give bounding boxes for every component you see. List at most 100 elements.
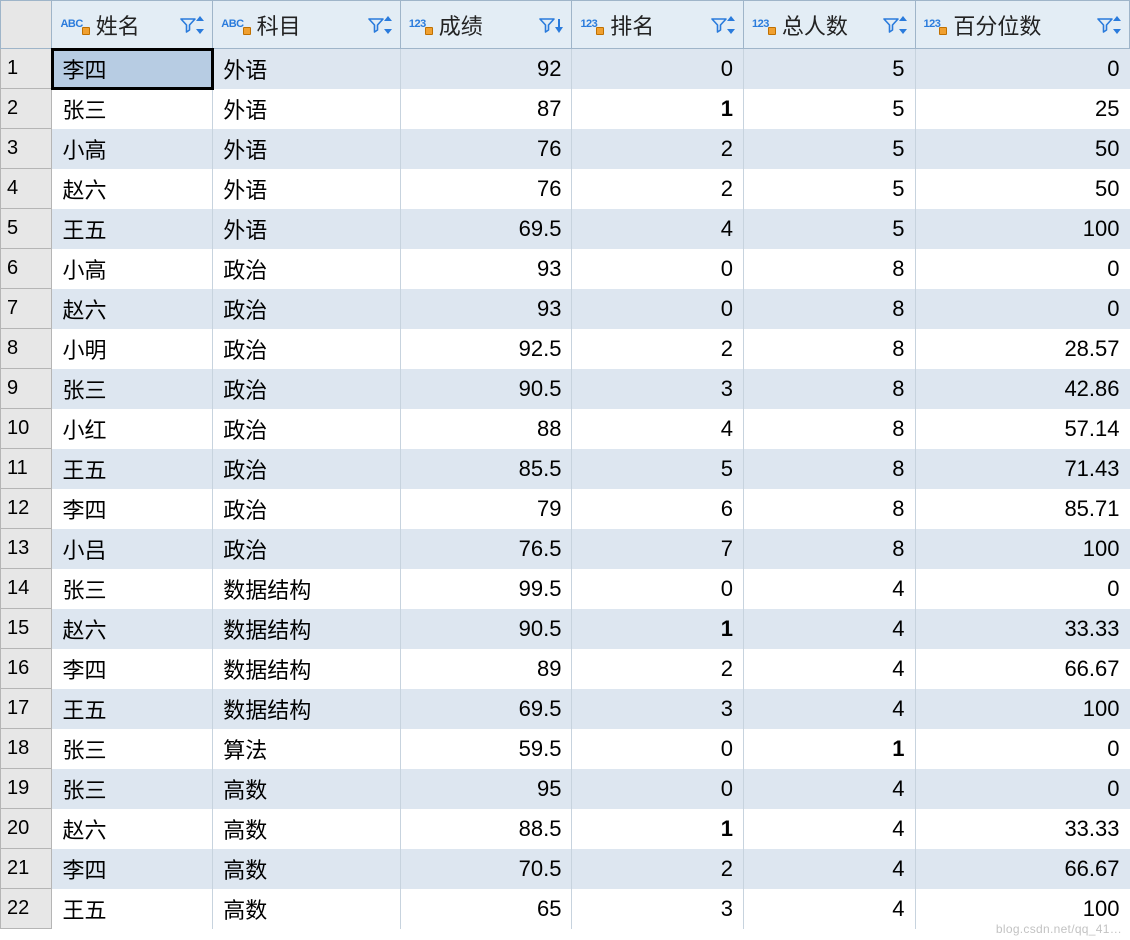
cell-rank[interactable]: 2 <box>572 649 744 689</box>
cell-total[interactable]: 8 <box>743 249 915 289</box>
row-number[interactable]: 18 <box>1 729 52 769</box>
cell-total[interactable]: 5 <box>743 209 915 249</box>
sort-icon[interactable] <box>382 15 394 35</box>
table-row[interactable]: 12李四政治796885.71 <box>1 489 1130 529</box>
table-row[interactable]: 9张三政治90.53842.86 <box>1 369 1130 409</box>
row-number-header[interactable] <box>1 1 52 49</box>
cell-rank[interactable]: 1 <box>572 89 744 129</box>
cell-name[interactable]: 小高 <box>52 249 213 289</box>
cell-rank[interactable]: 0 <box>572 289 744 329</box>
cell-subj[interactable]: 高数 <box>213 769 401 809</box>
cell-name[interactable]: 张三 <box>52 89 213 129</box>
table-row[interactable]: 4赵六外语762550 <box>1 169 1130 209</box>
cell-name[interactable]: 李四 <box>52 649 213 689</box>
cell-name[interactable]: 小高 <box>52 129 213 169</box>
cell-name[interactable]: 张三 <box>52 729 213 769</box>
cell-subj[interactable]: 政治 <box>213 489 401 529</box>
row-number[interactable]: 9 <box>1 369 52 409</box>
row-number[interactable]: 6 <box>1 249 52 289</box>
column-header-subj[interactable]: 科目 <box>213 1 401 49</box>
sort-icon[interactable] <box>897 15 909 35</box>
cell-subj[interactable]: 政治 <box>213 529 401 569</box>
table-row[interactable]: 20赵六高数88.51433.33 <box>1 809 1130 849</box>
cell-rank[interactable]: 2 <box>572 329 744 369</box>
cell-rank[interactable]: 0 <box>572 49 744 89</box>
cell-score[interactable]: 76 <box>400 169 572 209</box>
table-row[interactable]: 14张三数据结构99.5040 <box>1 569 1130 609</box>
cell-score[interactable]: 93 <box>400 289 572 329</box>
cell-subj[interactable]: 高数 <box>213 889 401 929</box>
cell-pct[interactable]: 71.43 <box>915 449 1129 489</box>
cell-subj[interactable]: 外语 <box>213 129 401 169</box>
column-header-pct[interactable]: 百分位数 <box>915 1 1129 49</box>
cell-subj[interactable]: 算法 <box>213 729 401 769</box>
row-number[interactable]: 2 <box>1 89 52 129</box>
table-row[interactable]: 2张三外语871525 <box>1 89 1130 129</box>
cell-rank[interactable]: 1 <box>572 809 744 849</box>
cell-name[interactable]: 小吕 <box>52 529 213 569</box>
cell-rank[interactable]: 2 <box>572 849 744 889</box>
cell-name[interactable]: 王五 <box>52 449 213 489</box>
cell-subj[interactable]: 数据结构 <box>213 609 401 649</box>
cell-rank[interactable]: 1 <box>572 609 744 649</box>
cell-total[interactable]: 8 <box>743 329 915 369</box>
cell-score[interactable]: 59.5 <box>400 729 572 769</box>
cell-rank[interactable]: 3 <box>572 689 744 729</box>
table-row[interactable]: 21李四高数70.52466.67 <box>1 849 1130 889</box>
cell-pct[interactable]: 100 <box>915 689 1129 729</box>
cell-pct[interactable]: 0 <box>915 49 1129 89</box>
row-number[interactable]: 16 <box>1 649 52 689</box>
column-header-total[interactable]: 总人数 <box>743 1 915 49</box>
cell-pct[interactable]: 100 <box>915 529 1129 569</box>
cell-total[interactable]: 8 <box>743 289 915 329</box>
cell-name[interactable]: 赵六 <box>52 609 213 649</box>
cell-score[interactable]: 76.5 <box>400 529 572 569</box>
cell-rank[interactable]: 0 <box>572 729 744 769</box>
table-row[interactable]: 7赵六政治93080 <box>1 289 1130 329</box>
row-number[interactable]: 1 <box>1 49 52 89</box>
cell-pct[interactable]: 42.86 <box>915 369 1129 409</box>
cell-total[interactable]: 4 <box>743 569 915 609</box>
row-number[interactable]: 5 <box>1 209 52 249</box>
cell-name[interactable]: 赵六 <box>52 809 213 849</box>
cell-score[interactable]: 90.5 <box>400 369 572 409</box>
cell-rank[interactable]: 3 <box>572 369 744 409</box>
cell-score[interactable]: 92 <box>400 49 572 89</box>
row-number[interactable]: 11 <box>1 449 52 489</box>
cell-score[interactable]: 69.5 <box>400 689 572 729</box>
column-header-score[interactable]: 成绩 <box>400 1 572 49</box>
cell-subj[interactable]: 外语 <box>213 169 401 209</box>
cell-total[interactable]: 8 <box>743 409 915 449</box>
row-number[interactable]: 12 <box>1 489 52 529</box>
cell-pct[interactable]: 0 <box>915 289 1129 329</box>
column-header-rank[interactable]: 排名 <box>572 1 744 49</box>
cell-total[interactable]: 4 <box>743 809 915 849</box>
table-row[interactable]: 3小高外语762550 <box>1 129 1130 169</box>
cell-rank[interactable]: 5 <box>572 449 744 489</box>
cell-rank[interactable]: 6 <box>572 489 744 529</box>
sort-icon[interactable] <box>725 15 737 35</box>
row-number[interactable]: 3 <box>1 129 52 169</box>
cell-total[interactable]: 4 <box>743 609 915 649</box>
table-row[interactable]: 11王五政治85.55871.43 <box>1 449 1130 489</box>
row-number[interactable]: 13 <box>1 529 52 569</box>
cell-rank[interactable]: 0 <box>572 249 744 289</box>
cell-score[interactable]: 76 <box>400 129 572 169</box>
cell-name[interactable]: 李四 <box>52 49 213 89</box>
cell-total[interactable]: 4 <box>743 649 915 689</box>
cell-total[interactable]: 5 <box>743 49 915 89</box>
row-number[interactable]: 22 <box>1 889 52 929</box>
cell-name[interactable]: 小红 <box>52 409 213 449</box>
cell-rank[interactable]: 2 <box>572 169 744 209</box>
cell-score[interactable]: 89 <box>400 649 572 689</box>
cell-total[interactable]: 5 <box>743 89 915 129</box>
table-row[interactable]: 18张三算法59.5010 <box>1 729 1130 769</box>
cell-score[interactable]: 69.5 <box>400 209 572 249</box>
cell-subj[interactable]: 政治 <box>213 369 401 409</box>
table-row[interactable]: 1李四外语92050 <box>1 49 1130 89</box>
cell-score[interactable]: 93 <box>400 249 572 289</box>
cell-name[interactable]: 李四 <box>52 489 213 529</box>
cell-total[interactable]: 4 <box>743 849 915 889</box>
cell-pct[interactable]: 0 <box>915 569 1129 609</box>
cell-total[interactable]: 1 <box>743 729 915 769</box>
